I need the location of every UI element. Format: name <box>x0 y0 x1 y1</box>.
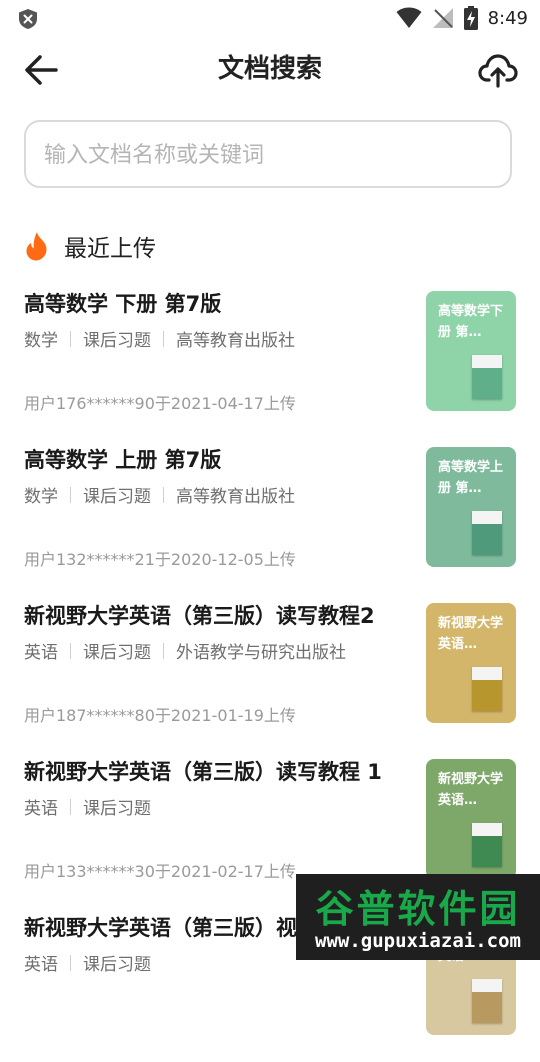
document-tags: 英语 课后习题 <box>24 950 151 975</box>
document-title[interactable]: 高等数学 下册 第7版 <box>24 288 221 318</box>
document-tags: 英语 课后习题 外语教学与研究出版社 <box>24 638 346 663</box>
tag-divider <box>70 642 71 659</box>
cloud-upload-icon[interactable] <box>478 50 518 90</box>
list-item[interactable]: 高等数学 上册 第7版 数学 课后习题 高等教育出版社 用户132******2… <box>0 438 540 594</box>
tag-divider <box>70 330 71 347</box>
tag: 数学 <box>24 331 58 351</box>
book-cover-image <box>472 979 502 1023</box>
watermark-title: 谷普软件园 <box>315 887 521 931</box>
tag: 课后习题 <box>83 331 151 351</box>
document-thumbnail[interactable]: 新视野大学英语… <box>426 603 516 723</box>
tag: 课后习题 <box>83 955 151 975</box>
thumbnail-title: 新视野大学英语… <box>438 772 504 808</box>
thumbnail-title: 高等数学上册 第… <box>438 460 504 496</box>
upload-info: 用户132******21于2020-12-05上传 <box>24 550 296 569</box>
battery-charging-icon <box>463 6 478 30</box>
status-bar: 8:49 <box>0 0 540 36</box>
document-tags: 英语 课后习题 <box>24 794 151 819</box>
recent-uploads-header: 最近上传 <box>24 226 156 266</box>
upload-info: 用户133******30于2021-02-17上传 <box>24 862 296 881</box>
flame-icon <box>26 232 47 261</box>
document-title[interactable]: 新视野大学英语（第三版）读写教程2 <box>24 600 375 630</box>
document-thumbnail[interactable]: 新视野大学英语… <box>426 759 516 879</box>
thumbnail-title: 新视野大学英语… <box>438 616 504 652</box>
tag: 外语教学与研究出版社 <box>176 643 346 663</box>
wifi-icon <box>396 7 422 28</box>
tag: 英语 <box>24 643 58 663</box>
list-item[interactable]: 新视野大学英语（第三版）读写教程2 英语 课后习题 外语教学与研究出版社 用户1… <box>0 594 540 750</box>
document-thumbnail[interactable]: 高等数学上册 第… <box>426 447 516 567</box>
watermark-url: www.gupuxiazai.com <box>315 930 521 952</box>
tag: 课后习题 <box>83 799 151 819</box>
thumbnail-title: 高等数学下册 第… <box>438 304 504 340</box>
status-time: 8:49 <box>487 7 528 29</box>
document-title[interactable]: 新视野大学英语（第三版）视听说 <box>24 912 339 942</box>
tag-divider <box>163 486 164 503</box>
app-header: 文档搜索 <box>0 40 540 100</box>
no-signal-icon <box>432 8 453 28</box>
tag-divider <box>70 486 71 503</box>
shield-icon <box>19 9 37 29</box>
book-cover-image <box>472 823 502 867</box>
site-watermark: 谷普软件园 www.gupuxiazai.com <box>296 874 540 960</box>
book-cover-image <box>472 511 502 555</box>
upload-info: 用户176******90于2021-04-17上传 <box>24 394 296 413</box>
tag: 数学 <box>24 487 58 507</box>
search-input[interactable] <box>42 122 486 188</box>
document-title[interactable]: 高等数学 上册 第7版 <box>24 444 221 474</box>
tag: 高等教育出版社 <box>176 487 295 507</box>
tag: 高等教育出版社 <box>176 331 295 351</box>
document-thumbnail[interactable]: 高等数学下册 第… <box>426 291 516 411</box>
search-box[interactable] <box>24 120 512 188</box>
book-cover-image <box>472 667 502 711</box>
tag-divider <box>163 330 164 347</box>
document-tags: 数学 课后习题 高等教育出版社 <box>24 482 295 507</box>
upload-info: 用户187******80于2021-01-19上传 <box>24 706 296 725</box>
section-title: 最近上传 <box>64 236 156 262</box>
page-title: 文档搜索 <box>217 54 322 84</box>
tag-divider <box>70 798 71 815</box>
document-title[interactable]: 新视野大学英语（第三版）读写教程 1 <box>24 756 382 786</box>
tag: 英语 <box>24 799 58 819</box>
tag: 课后习题 <box>83 487 151 507</box>
book-cover-image <box>472 355 502 399</box>
document-tags: 数学 课后习题 高等教育出版社 <box>24 326 295 351</box>
list-item[interactable]: 高等数学 下册 第7版 数学 课后习题 高等教育出版社 用户176******9… <box>0 282 540 438</box>
tag-divider <box>70 954 71 971</box>
tag: 课后习题 <box>83 643 151 663</box>
tag-divider <box>163 642 164 659</box>
tag: 英语 <box>24 955 58 975</box>
